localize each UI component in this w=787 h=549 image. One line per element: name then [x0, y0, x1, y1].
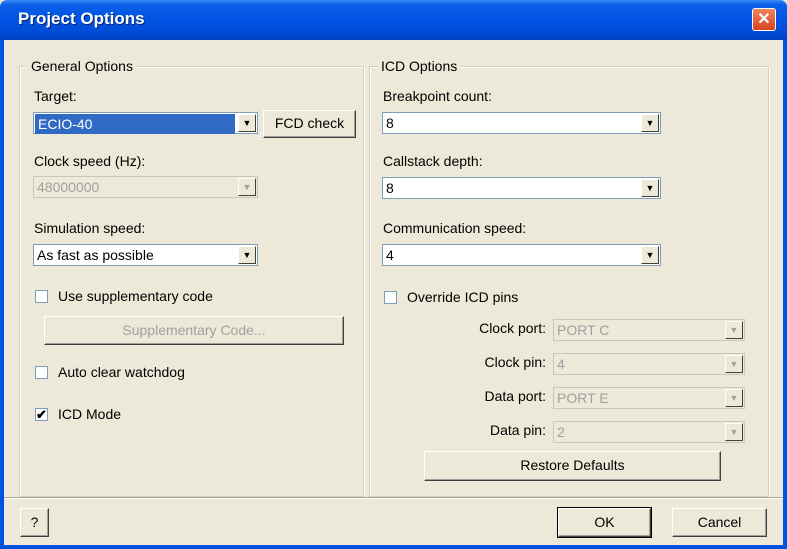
- chevron-down-icon[interactable]: ▼: [641, 114, 659, 132]
- help-button[interactable]: ?: [20, 508, 49, 537]
- chevron-down-icon[interactable]: ▼: [641, 246, 659, 264]
- cancel-button[interactable]: Cancel: [672, 508, 767, 537]
- chevron-down-icon[interactable]: ▼: [238, 246, 256, 264]
- clock-port-dropdown: PORT C ▼: [553, 319, 745, 341]
- simulation-speed-label: Simulation speed:: [34, 220, 146, 236]
- window-frame-left: [0, 40, 4, 549]
- auto-clear-watchdog-label: Auto clear watchdog: [58, 364, 185, 380]
- window-frame-bottom: [0, 545, 787, 549]
- override-icd-pins-checkbox[interactable]: [384, 291, 397, 304]
- data-pin-value: 2: [557, 424, 565, 440]
- clock-pin-value: 4: [557, 356, 565, 372]
- close-icon: ✕: [757, 11, 771, 28]
- check-icon: ✔: [36, 407, 47, 422]
- window-frame-right: [783, 40, 787, 549]
- chevron-down-icon: ▼: [725, 389, 743, 407]
- use-supplementary-code-checkbox[interactable]: [35, 290, 48, 303]
- breakpoint-count-dropdown[interactable]: 8 ▼: [382, 112, 661, 134]
- footer-separator: [4, 497, 783, 499]
- clock-speed-value: 48000000: [37, 179, 100, 195]
- close-button[interactable]: ✕: [752, 8, 776, 31]
- general-options-legend: General Options: [28, 58, 136, 74]
- breakpoint-count-value: 8: [386, 115, 394, 131]
- clock-port-label: Clock port:: [479, 320, 546, 336]
- use-supplementary-code-label: Use supplementary code: [58, 288, 213, 304]
- clock-speed-dropdown: 48000000 ▼: [33, 176, 258, 198]
- clock-pin-label: Clock pin:: [484, 354, 546, 370]
- target-dropdown[interactable]: ECIO-40 ▼: [33, 112, 258, 134]
- communication-speed-dropdown[interactable]: 4 ▼: [382, 244, 661, 266]
- data-port-value: PORT E: [557, 390, 609, 406]
- fcd-check-button[interactable]: FCD check: [263, 110, 356, 138]
- simulation-speed-dropdown[interactable]: As fast as possible ▼: [33, 244, 258, 266]
- clock-port-value: PORT C: [557, 322, 610, 338]
- icd-mode-label: ICD Mode: [58, 406, 122, 422]
- communication-speed-label: Communication speed:: [383, 220, 527, 236]
- chevron-down-icon[interactable]: ▼: [238, 114, 256, 132]
- target-label: Target:: [34, 88, 77, 104]
- clock-pin-dropdown: 4 ▼: [553, 353, 745, 375]
- ok-button[interactable]: OK: [558, 508, 651, 537]
- icd-options-legend: ICD Options: [378, 58, 461, 74]
- callstack-depth-label: Callstack depth:: [383, 153, 483, 169]
- data-port-label: Data port:: [484, 388, 546, 404]
- simulation-speed-value: As fast as possible: [37, 247, 154, 263]
- data-port-dropdown: PORT E ▼: [553, 387, 745, 409]
- communication-speed-value: 4: [386, 247, 394, 263]
- data-pin-dropdown: 2 ▼: [553, 421, 745, 443]
- override-icd-pins-label: Override ICD pins: [407, 289, 519, 305]
- chevron-down-icon[interactable]: ▼: [641, 179, 659, 197]
- icd-mode-checkbox[interactable]: ✔: [35, 408, 48, 421]
- data-pin-label: Data pin:: [489, 422, 546, 438]
- callstack-depth-dropdown[interactable]: 8 ▼: [382, 177, 661, 199]
- chevron-down-icon: ▼: [725, 423, 743, 441]
- supplementary-code-button: Supplementary Code...: [44, 316, 344, 345]
- callstack-depth-value: 8: [386, 180, 394, 196]
- chevron-down-icon: ▼: [725, 355, 743, 373]
- clock-speed-label: Clock speed (Hz):: [34, 153, 146, 169]
- window-title: Project Options: [18, 9, 145, 28]
- chevron-down-icon: ▼: [725, 321, 743, 339]
- title-bar[interactable]: Project Options ✕: [0, 0, 787, 40]
- chevron-down-icon: ▼: [238, 178, 256, 196]
- restore-defaults-button[interactable]: Restore Defaults: [424, 451, 721, 481]
- auto-clear-watchdog-checkbox[interactable]: [35, 366, 48, 379]
- target-value: ECIO-40: [35, 114, 235, 134]
- breakpoint-count-label: Breakpoint count:: [383, 88, 492, 104]
